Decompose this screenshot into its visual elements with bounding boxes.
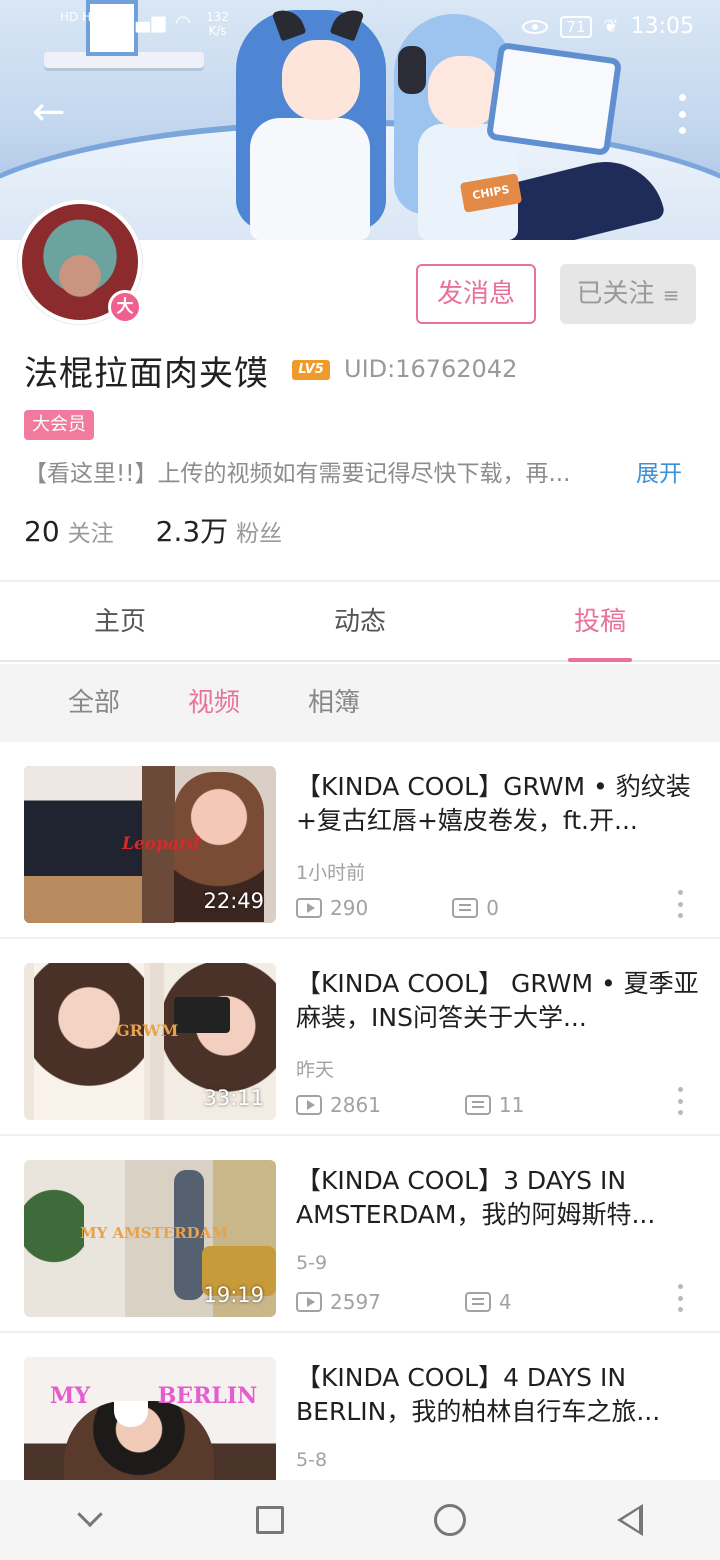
comment-count: 4: [498, 1290, 512, 1314]
leaf-icon: ❦: [603, 16, 619, 37]
subtab-album[interactable]: 相簿: [274, 664, 394, 742]
thumbnail-label: Leopard: [122, 834, 200, 854]
network-speed-value: 132: [206, 10, 229, 24]
circle-home-icon[interactable]: [420, 1490, 480, 1550]
send-message-button[interactable]: 发消息: [416, 264, 536, 324]
video-title[interactable]: 【KINDA COOL】4 DAYS IN BERLIN，我的柏林自行车之旅..…: [296, 1361, 700, 1429]
eye-comfort-icon: [522, 19, 549, 34]
video-thumbnail[interactable]: MY AMSTERDAM 19:19: [24, 1160, 276, 1317]
video-title[interactable]: 【KINDA COOL】3 DAYS IN AMSTERDAM，我的阿姆斯特..…: [296, 1164, 700, 1232]
video-duration: 33:11: [203, 1086, 264, 1110]
video-time: 昨天: [296, 1059, 335, 1081]
network-speed-unit: K/s: [208, 24, 227, 38]
video-more-icon[interactable]: [676, 1284, 684, 1312]
battery-indicator: 71: [560, 15, 592, 38]
play-count-icon: [296, 898, 322, 918]
comment-count: 11: [498, 1093, 525, 1117]
chevron-down-icon[interactable]: [60, 1490, 120, 1550]
play-count-icon: [296, 1292, 322, 1312]
play-count: 2861: [330, 1093, 381, 1117]
more-vertical-icon[interactable]: [672, 94, 692, 134]
video-item[interactable]: GRWM 33:11 【KINDA COOL】 GRWM • 夏季亚麻装，INS…: [0, 939, 720, 1136]
video-duration: 22:49: [203, 889, 264, 913]
banner-tablet-art: [485, 41, 623, 157]
status-bar: HD HD ▂▄▆ ◠ 132 K/s 71 ❦ 13:05: [0, 0, 720, 56]
menu-lines-icon: ≡: [662, 283, 680, 307]
vip-badge: 大: [108, 290, 142, 324]
following-label[interactable]: 关注: [68, 514, 114, 548]
triangle-back-icon[interactable]: [600, 1490, 660, 1550]
video-stats: 2597 4: [296, 1290, 512, 1314]
video-thumbnail[interactable]: Leopard 22:49: [24, 766, 276, 923]
thumbnail-label: GRWM: [116, 1021, 179, 1040]
video-more-icon[interactable]: [676, 890, 684, 918]
followers-label[interactable]: 粉丝: [236, 514, 282, 548]
banner-character-art: [428, 56, 498, 128]
network-type-indicator: HD HD: [60, 10, 101, 24]
user-uid: UID:16762042: [344, 355, 518, 383]
subtab-video[interactable]: 视频: [154, 664, 274, 742]
signal-wifi-icon: ▂▄▆ ◠: [120, 12, 193, 33]
bio-text: 【看这里!!】上传的视频如有需要记得尽快下载，再...: [24, 461, 571, 487]
sub-tabs: 全部 视频 相簿: [0, 664, 720, 742]
video-thumbnail[interactable]: GRWM 33:11: [24, 963, 276, 1120]
tab-home[interactable]: 主页: [0, 582, 240, 660]
following-count[interactable]: 20: [24, 515, 60, 548]
video-title[interactable]: 【KINDA COOL】GRWM • 豹纹装+复古红唇+嬉皮卷发，ft.开...: [296, 770, 700, 838]
video-more-icon[interactable]: [676, 1087, 684, 1115]
video-item[interactable]: MY AMSTERDAM 19:19 【KINDA COOL】3 DAYS IN…: [0, 1136, 720, 1333]
play-count: 290: [330, 896, 369, 920]
expand-bio-link[interactable]: 展开: [636, 454, 682, 488]
comment-count: 0: [486, 896, 499, 920]
clock: 13:05: [630, 14, 694, 39]
follow-stats: 20 关注 2.3万 粉丝: [24, 510, 282, 550]
video-stats: 290 0: [296, 896, 499, 920]
level-badge: LV5: [292, 360, 330, 380]
main-tabs: 主页 动态 投稿: [0, 582, 720, 662]
square-recent-icon[interactable]: [240, 1490, 300, 1550]
play-count: 2597: [330, 1290, 381, 1314]
play-count-icon: [296, 1095, 322, 1115]
network-speed: 132 K/s: [206, 10, 229, 38]
tab-dynamics[interactable]: 动态: [240, 582, 480, 660]
user-name: 法棍拉面肉夹馍: [24, 354, 269, 394]
video-time: 5-9: [296, 1252, 328, 1274]
video-title[interactable]: 【KINDA COOL】 GRWM • 夏季亚麻装，INS问答关于大学...: [296, 967, 700, 1035]
thumbnail-label: MY BERLIN: [50, 1383, 258, 1409]
status-right: 71 ❦ 13:05: [522, 14, 694, 39]
followed-button-label: 已关注: [576, 279, 655, 309]
video-item[interactable]: Leopard 22:49 【KINDA COOL】GRWM • 豹纹装+复古红…: [0, 742, 720, 939]
subtab-all[interactable]: 全部: [34, 664, 154, 742]
thumbnail-label: MY AMSTERDAM: [80, 1224, 228, 1242]
followers-count[interactable]: 2.3万: [156, 510, 229, 550]
video-list: Leopard 22:49 【KINDA COOL】GRWM • 豹纹装+复古红…: [0, 742, 720, 1530]
comment-count-icon: [452, 898, 479, 918]
video-stats: 2861 11: [296, 1093, 524, 1117]
banner-character-art: [250, 118, 370, 240]
back-arrow-icon[interactable]: ←: [32, 92, 80, 136]
comment-count-icon: [464, 1292, 491, 1312]
video-time: 1小时前: [296, 862, 366, 884]
video-duration: 19:19: [203, 1283, 264, 1307]
member-tag: 大会员: [24, 410, 94, 440]
followed-button[interactable]: 已关注 ≡: [560, 264, 696, 324]
comment-count-icon: [464, 1095, 491, 1115]
tab-submissions[interactable]: 投稿: [480, 582, 720, 662]
system-nav-bar: [0, 1480, 720, 1560]
video-time: 5-8: [296, 1449, 328, 1471]
